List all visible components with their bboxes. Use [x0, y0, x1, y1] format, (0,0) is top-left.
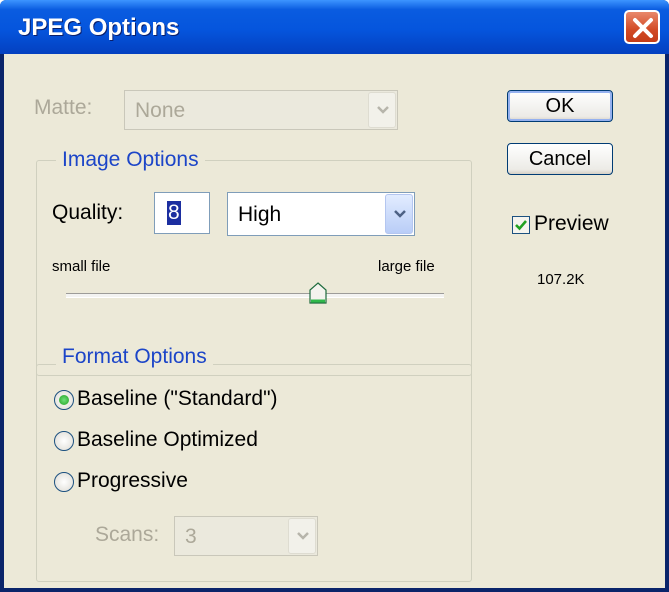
scans-select: 3: [174, 516, 318, 556]
file-size-readout: 107.2K: [537, 271, 585, 288]
slider-min-label: small file: [52, 258, 111, 275]
quality-preset-value: High: [238, 203, 282, 226]
dialog-window: JPEG Options Matte: None Image Options Q…: [0, 0, 669, 592]
title-bar[interactable]: JPEG Options: [0, 0, 669, 54]
chevron-down-icon: [394, 210, 406, 218]
radio-baseline-optimized[interactable]: [54, 431, 74, 451]
radio-baseline-standard[interactable]: [54, 390, 74, 410]
matte-dropdown-arrow: [368, 92, 396, 128]
dialog-title: JPEG Options: [18, 14, 180, 41]
progressive-label[interactable]: Progressive: [77, 469, 188, 493]
matte-value: None: [135, 99, 186, 122]
quality-slider-thumb[interactable]: [309, 282, 327, 304]
preview-label[interactable]: Preview: [534, 212, 609, 236]
quality-input[interactable]: 8: [154, 192, 210, 234]
radio-selected-dot: [59, 395, 69, 405]
quality-preset-dropdown-arrow[interactable]: [385, 194, 413, 234]
close-icon: [633, 18, 653, 38]
matte-label: Matte:: [34, 96, 93, 119]
preview-checkbox[interactable]: [512, 216, 530, 234]
close-button[interactable]: [624, 10, 660, 44]
scans-label: Scans:: [95, 523, 160, 546]
image-options-legend: Image Options: [56, 148, 205, 172]
scans-value: 3: [185, 525, 197, 548]
quality-value: 8: [167, 201, 181, 225]
slider-max-label: large file: [378, 258, 435, 275]
chevron-down-icon: [377, 106, 389, 114]
checkmark-icon: [515, 220, 527, 231]
baseline-optimized-label[interactable]: Baseline Optimized: [77, 428, 258, 452]
quality-label: Quality:: [52, 201, 124, 224]
cancel-button[interactable]: Cancel: [507, 143, 613, 175]
quality-preset-select[interactable]: High: [227, 192, 415, 236]
chevron-down-icon: [297, 532, 309, 540]
matte-select: None: [124, 90, 398, 130]
radio-progressive[interactable]: [54, 472, 74, 492]
format-options-legend: Format Options: [56, 345, 213, 369]
scans-dropdown-arrow: [288, 518, 316, 554]
dialog-body: Matte: None Image Options Quality: 8 Hig…: [4, 54, 665, 588]
ok-button[interactable]: OK: [507, 90, 613, 122]
quality-slider-track[interactable]: [66, 293, 444, 298]
baseline-standard-label[interactable]: Baseline ("Standard"): [77, 387, 278, 411]
